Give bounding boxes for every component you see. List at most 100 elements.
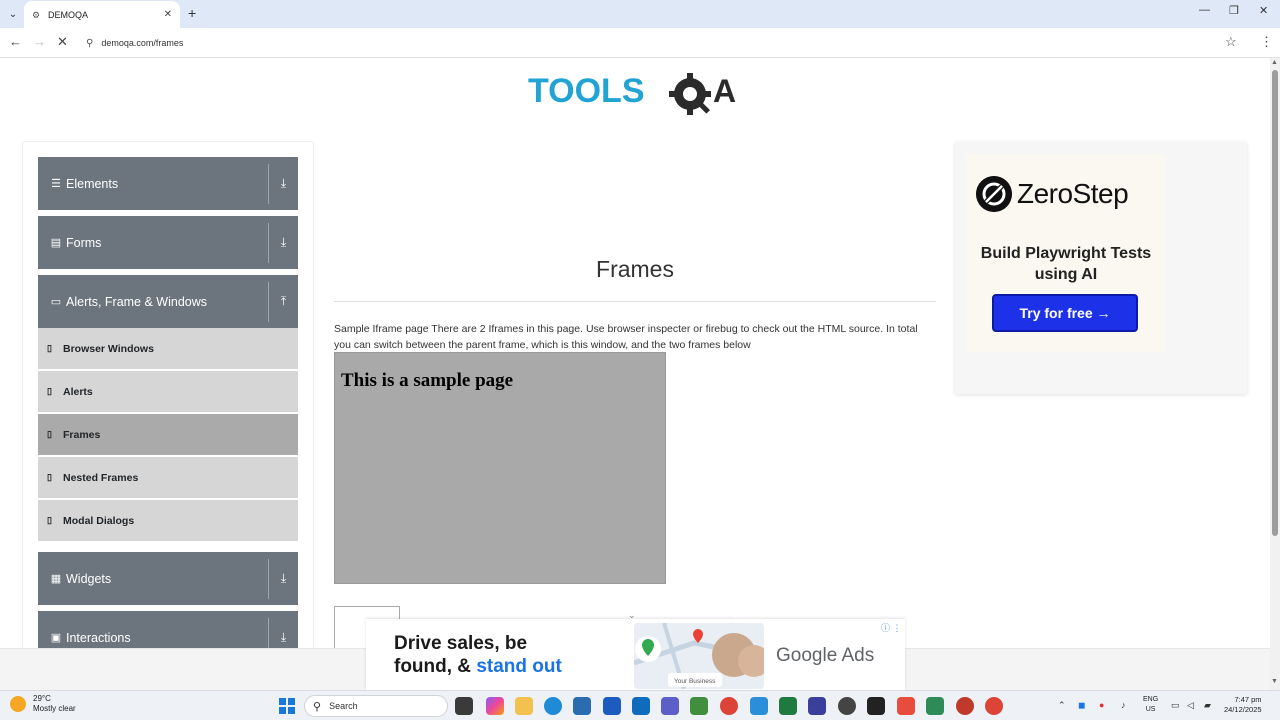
language-indicator[interactable]: ENG US bbox=[1143, 695, 1158, 715]
item-label: Frames bbox=[63, 428, 101, 441]
expand-arrow-icon[interactable]: ⤓ bbox=[269, 176, 298, 191]
item-label: Modal Dialogs bbox=[63, 514, 135, 527]
app-icon[interactable] bbox=[956, 697, 974, 715]
terminal-icon[interactable] bbox=[867, 697, 885, 715]
ad-brand: ZeroStep bbox=[1017, 178, 1129, 209]
notepad-icon[interactable] bbox=[926, 697, 944, 715]
app-icon[interactable] bbox=[603, 697, 621, 715]
sidebar-group-widgets[interactable]: ▦ Widgets ⤓ bbox=[38, 552, 298, 605]
minimize-icon[interactable]: — bbox=[1199, 4, 1210, 16]
teams-icon[interactable] bbox=[661, 697, 679, 715]
excel-icon[interactable] bbox=[779, 697, 797, 715]
battery-icon[interactable]: ▰ bbox=[1204, 700, 1211, 711]
display-icon[interactable]: ▭ bbox=[1171, 700, 1180, 711]
outlook-icon[interactable] bbox=[632, 697, 650, 715]
svg-text:Your Business: Your Business bbox=[674, 678, 716, 685]
side-ad[interactable]: ZeroStep Build Playwright Tests using AI… bbox=[955, 142, 1247, 394]
google-ads-logo: Google Ads bbox=[776, 645, 875, 666]
group-label: Widgets bbox=[66, 571, 112, 586]
tray-chevron-icon[interactable]: ⌃ bbox=[1058, 700, 1066, 711]
zerostep-logo-icon bbox=[976, 176, 1012, 212]
app-icon[interactable] bbox=[897, 697, 915, 715]
sidebar-item-nested-frames[interactable]: ▯ Nested Frames bbox=[38, 457, 298, 498]
chrome-icon[interactable] bbox=[720, 697, 738, 715]
page-scrollbar[interactable]: ▲ ▼ bbox=[1270, 58, 1280, 690]
collapse-arrow-icon[interactable]: ⤒ bbox=[269, 294, 298, 309]
scroll-up-icon[interactable]: ▲ bbox=[1271, 59, 1278, 66]
expand-arrow-icon[interactable]: ⤓ bbox=[269, 571, 298, 586]
try-for-free-button[interactable]: Try for free → bbox=[992, 294, 1138, 332]
interaction-icon: ▣ bbox=[50, 632, 62, 644]
tab-close-icon[interactable]: ✕ bbox=[164, 9, 172, 20]
new-tab-button[interactable]: + bbox=[188, 5, 196, 21]
sidebar-item-browser-windows[interactable]: ▯ Browser Windows bbox=[38, 328, 298, 369]
window-close-icon[interactable]: ✕ bbox=[1259, 4, 1268, 17]
system-clock[interactable]: 7:47 pm 24/12/2025 bbox=[1224, 695, 1262, 715]
search-icon: ⚲ bbox=[313, 700, 322, 713]
weather-moon-icon bbox=[10, 696, 26, 712]
sidebar-item-alerts[interactable]: ▯ Alerts bbox=[38, 371, 298, 412]
back-icon[interactable]: ← bbox=[9, 34, 22, 49]
sidebar-item-modal-dialogs[interactable]: ▯ Modal Dialogs bbox=[38, 500, 298, 541]
group-label: Alerts, Frame & Windows bbox=[66, 294, 208, 309]
item-icon: ▯ bbox=[47, 343, 52, 353]
sidebar-group-elements[interactable]: ☰ Elements ⤓ bbox=[38, 157, 298, 210]
windows-start-icon[interactable] bbox=[279, 698, 295, 714]
sidebar-group-alerts-frame-windows[interactable]: ▭ Alerts, Frame & Windows ⤒ bbox=[38, 275, 298, 328]
chatgpt-icon[interactable] bbox=[838, 697, 856, 715]
forward-icon[interactable]: → bbox=[33, 34, 46, 49]
browser-tab[interactable]: ⚙ DEMOQA ✕ bbox=[24, 1, 180, 28]
toolsqa-logo[interactable]: TOOLS A bbox=[528, 70, 743, 118]
grid-icon: ▦ bbox=[50, 573, 62, 585]
maximize-icon[interactable]: ❐ bbox=[1229, 4, 1239, 17]
weather-widget[interactable]: 29°C Mostly clear bbox=[10, 694, 76, 714]
browser-menu-icon[interactable]: ⋮ bbox=[1260, 34, 1273, 50]
windows-taskbar: 29°C Mostly clear ⚲ Search ⌃ ◼ ● ♪ ENG U… bbox=[0, 690, 1280, 720]
bottom-ad-banner[interactable]: Drive sales, be found, & stand out Your … bbox=[366, 619, 905, 690]
tab-search-icon[interactable]: ⌄ bbox=[4, 5, 22, 23]
sidebar-group-forms[interactable]: ▤ Forms ⤓ bbox=[38, 216, 298, 269]
logo-text-tools: TOOLS bbox=[528, 72, 645, 110]
app-icon[interactable] bbox=[690, 697, 708, 715]
tray-security-icon[interactable]: ● bbox=[1099, 700, 1104, 710]
form-icon: ▤ bbox=[50, 237, 62, 249]
scroll-down-icon[interactable]: ▼ bbox=[1271, 678, 1278, 685]
logo-gear-icon bbox=[669, 73, 711, 115]
ad-headline: Build Playwright Tests using AI bbox=[980, 245, 1152, 283]
iframe-1[interactable]: This is a sample page bbox=[334, 352, 666, 584]
tab-title: DEMOQA bbox=[48, 9, 89, 20]
sidebar-group-interactions[interactable]: ▣ Interactions ⤓ bbox=[38, 611, 298, 648]
copilot-icon[interactable] bbox=[486, 697, 504, 715]
intellij-icon[interactable] bbox=[808, 697, 826, 715]
site-info-icon[interactable]: ⚲ bbox=[86, 38, 93, 49]
favicon-icon: ⚙ bbox=[32, 9, 41, 20]
item-icon: ▯ bbox=[47, 386, 52, 396]
expand-arrow-icon[interactable]: ⤓ bbox=[269, 235, 298, 250]
vscode-icon[interactable] bbox=[750, 697, 768, 715]
chrome-icon[interactable] bbox=[985, 697, 1003, 715]
item-label: Browser Windows bbox=[63, 342, 154, 355]
group-label: Interactions bbox=[66, 630, 131, 645]
item-label: Nested Frames bbox=[63, 471, 139, 484]
expand-arrow-icon[interactable]: ⤓ bbox=[269, 630, 298, 645]
bookmark-star-icon[interactable]: ☆ bbox=[1225, 34, 1237, 50]
item-icon: ▯ bbox=[47, 472, 52, 482]
file-explorer-icon[interactable] bbox=[515, 697, 533, 715]
taskbar-search[interactable]: ⚲ Search bbox=[304, 695, 448, 717]
ad-info-icon[interactable]: ⓘ ⋮ bbox=[881, 621, 902, 634]
store-icon[interactable] bbox=[573, 697, 591, 715]
sidebar-item-frames[interactable]: ▯ Frames bbox=[38, 414, 298, 455]
title-divider bbox=[334, 301, 936, 302]
task-view-icon[interactable] bbox=[455, 697, 473, 715]
microphone-icon[interactable]: ♪ bbox=[1121, 700, 1126, 710]
item-icon: ▯ bbox=[47, 515, 52, 525]
zerostep-ad[interactable]: ZeroStep Build Playwright Tests using AI… bbox=[967, 154, 1165, 352]
ad-map-image: Your Business bbox=[634, 623, 764, 689]
tray-app-icon[interactable]: ◼ bbox=[1078, 700, 1085, 711]
volume-icon[interactable]: ◁ bbox=[1187, 700, 1194, 711]
address-bar[interactable]: ⚲ demoqa.com/frames bbox=[78, 32, 1248, 54]
intro-text: Sample Iframe page There are 2 Iframes i… bbox=[334, 323, 918, 351]
scroll-thumb[interactable] bbox=[1272, 70, 1278, 536]
stop-loading-icon[interactable]: ✕ bbox=[57, 34, 68, 50]
edge-icon[interactable] bbox=[544, 697, 562, 715]
